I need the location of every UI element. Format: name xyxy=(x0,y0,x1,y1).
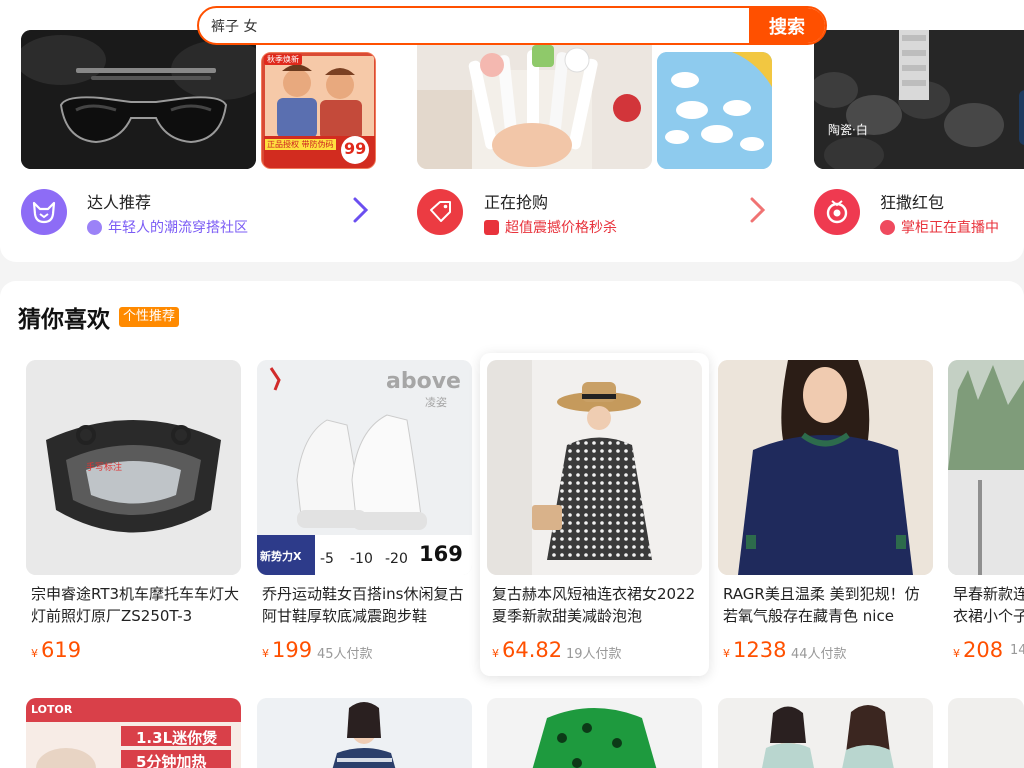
flash-sale-icon xyxy=(484,219,499,235)
image-coupon-2: -10 xyxy=(350,551,373,567)
section-title: 达人推荐 xyxy=(87,193,152,212)
product-card[interactable] xyxy=(487,698,702,768)
product-image[interactable] xyxy=(257,698,472,768)
diamond-icon xyxy=(87,219,102,235)
price-value: 619 xyxy=(41,638,82,662)
kids-badge-bottom: 正品授权 带防伪码 xyxy=(265,139,336,150)
image-promo: 新势力X xyxy=(260,550,302,563)
search-bar: 搜索 xyxy=(197,6,827,45)
live-icon xyxy=(814,189,860,235)
image-brand-sub: 凌姿 xyxy=(425,396,447,409)
personalized-badge: 个性推荐 xyxy=(119,307,180,327)
product-image[interactable]: 手写标注 xyxy=(26,360,241,575)
lotor-line1: 1.3L迷你煲 xyxy=(136,729,218,747)
paid-count: 19人付款 xyxy=(566,647,622,662)
svg-text:手写标注: 手写标注 xyxy=(86,461,122,473)
section-subtitle: 年轻人的潮流穿搭社区 xyxy=(87,217,248,237)
paid-count: 45人付款 xyxy=(317,647,373,662)
fox-icon xyxy=(21,189,67,235)
currency-symbol: ¥ xyxy=(723,647,730,660)
product-image[interactable] xyxy=(718,360,933,575)
product-image[interactable] xyxy=(487,360,702,575)
paid-count: 44人付款 xyxy=(791,647,847,662)
chevron-right-icon[interactable] xyxy=(352,196,370,230)
product-image[interactable] xyxy=(948,360,1024,575)
image-coupon-1: -5 xyxy=(320,551,334,567)
section-subtitle-text: 掌柜正在直播中 xyxy=(901,220,999,236)
price-value: 64.82 xyxy=(502,638,563,662)
heart-icon xyxy=(880,219,895,235)
search-button[interactable]: 搜索 xyxy=(749,8,825,43)
product-card[interactable]: LOTOR 1.3L迷你煲 5分钟加热 xyxy=(26,698,241,768)
lotor-line2: 5分钟加热 xyxy=(136,753,207,768)
price-tag-icon xyxy=(417,189,463,235)
price-value: 208 xyxy=(963,638,1004,660)
chevron-right-icon[interactable] xyxy=(749,196,767,230)
product-price: ¥199 xyxy=(262,638,312,662)
watch-caption: 陶瓷·白 xyxy=(828,123,868,137)
product-title[interactable]: 乔丹运动鞋女百搭ins休闲复古阿甘鞋厚软底减震跑步鞋 xyxy=(262,583,472,627)
product-card[interactable]: RAGR美且温柔 美到犯规！仿若氧气般存在藏青色 nice ¥1238 44人付… xyxy=(718,360,933,662)
clouds-image[interactable] xyxy=(657,52,772,169)
search-input[interactable] xyxy=(199,8,749,43)
product-card[interactable]: 复古赫本风短袖连衣裙女2022夏季新款甜美减龄泡泡 ¥64.82 19人付款 xyxy=(480,353,709,676)
product-card[interactable] xyxy=(718,698,933,768)
image-brand: above xyxy=(386,369,461,394)
product-title[interactable]: 宗申睿途RT3机车摩托车车灯大灯前照灯原厂ZS250T-3 xyxy=(31,583,241,627)
product-card[interactable]: 早春新款连衣裙小个子长袖 ¥208 14 xyxy=(948,360,1024,660)
product-price: ¥64.82 xyxy=(492,638,562,662)
currency-symbol: ¥ xyxy=(953,647,960,660)
product-image[interactable] xyxy=(487,698,702,768)
guess-you-like-section: 猜你喜欢 个性推荐 手写标注 宗申睿途RT3机车摩托车车灯大灯前照灯原厂ZS25… xyxy=(0,281,1024,768)
product-card[interactable]: 手写标注 宗申睿途RT3机车摩托车车灯大灯前照灯原厂ZS250T-3 ¥619 xyxy=(26,360,241,662)
section-title: 正在抢购 xyxy=(484,193,549,212)
section-red-packet[interactable]: 陶瓷·白 狂撒红包 掌柜正在直播中 xyxy=(800,0,1024,262)
product-title[interactable]: 复古赫本风短袖连衣裙女2022夏季新款甜美减龄泡泡 xyxy=(492,583,702,627)
product-price: ¥1238 xyxy=(723,638,786,662)
product-card[interactable] xyxy=(257,698,472,768)
pens-image[interactable] xyxy=(417,30,652,169)
guess-title: 猜你喜欢 xyxy=(18,307,110,333)
product-card[interactable]: above 凌姿 新势力X -5 -10 -20 169 乔丹运动鞋女百搭ins… xyxy=(257,360,472,662)
kids-clothes-image[interactable]: 秋季焕新 正品授权 带防伪码 99 xyxy=(261,52,376,169)
product-image[interactable] xyxy=(718,698,933,768)
lotor-brand: LOTOR xyxy=(31,703,73,716)
product-image[interactable]: above 凌姿 新势力X -5 -10 -20 169 xyxy=(257,360,472,575)
product-title[interactable]: 早春新款连衣裙小个子长袖 xyxy=(953,583,1024,627)
kids-price: 99 xyxy=(344,139,367,158)
section-subtitle-text: 超值震撼价格秒杀 xyxy=(505,220,617,236)
image-final-price: 169 xyxy=(419,542,463,566)
section-subtitle: 超值震撼价格秒杀 xyxy=(484,217,617,237)
product-title[interactable]: RAGR美且温柔 美到犯规！仿若氧气般存在藏青色 nice xyxy=(723,583,933,627)
paid-count: 14 xyxy=(1010,643,1024,658)
product-price: ¥208 xyxy=(953,638,1003,660)
price-value: 1238 xyxy=(733,638,787,662)
image-coupon-3: -20 xyxy=(385,551,408,567)
sunglasses-image[interactable] xyxy=(21,30,256,169)
currency-symbol: ¥ xyxy=(262,647,269,660)
section-subtitle-text: 年轻人的潮流穿搭社区 xyxy=(108,220,248,236)
product-card[interactable] xyxy=(948,698,1024,768)
kids-badge-top: 秋季焕新 xyxy=(264,54,302,65)
product-price: ¥619 xyxy=(31,638,81,662)
currency-symbol: ¥ xyxy=(492,647,499,660)
section-title: 狂撒红包 xyxy=(880,193,945,212)
currency-symbol: ¥ xyxy=(31,647,38,660)
price-value: 199 xyxy=(272,638,313,662)
section-subtitle: 掌柜正在直播中 xyxy=(880,217,999,237)
watch-band-image[interactable]: 陶瓷·白 xyxy=(814,30,1024,169)
